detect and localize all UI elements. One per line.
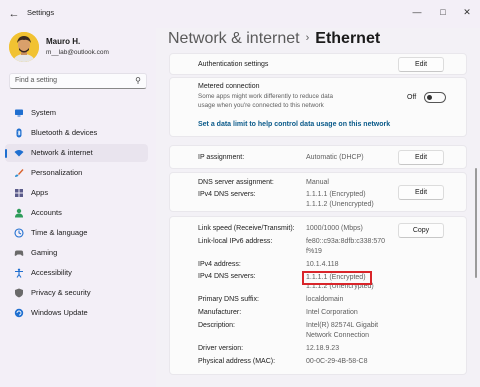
scrollbar[interactable] [475,168,477,278]
ipv6-value-line1: fe80::c93a:8dfb:c338:570 [306,238,386,245]
description-value-line2: Network Connection [306,331,370,339]
sidebar-item-bluetooth[interactable]: Bluetooth & devices [5,124,148,142]
shield-icon [14,288,24,298]
sidebar-item-label: Accessibility [31,268,72,277]
apps-icon [14,188,24,198]
app-title: Settings [27,8,55,17]
dns-server-primary: 1.1.1.1 (Encrypted) [306,191,366,198]
user-email: m__lab@outlook.com [46,49,109,56]
link-speed-label: Link speed (Receive/Transmit): [198,225,295,232]
auth-edit-button[interactable]: Edit [398,57,444,72]
sidebar-item-network[interactable]: Network & internet [5,144,148,162]
sidebar-item-label: Windows Update [31,308,88,317]
sidebar-item-system[interactable]: System [5,104,148,122]
maximize-icon[interactable]: □ [434,4,452,20]
description-label: Description: [198,322,235,329]
avatar-person-icon [9,32,39,62]
sidebar-item-label: Bluetooth & devices [31,128,98,137]
close-icon[interactable]: ✕ [458,4,476,20]
search-icon: ⚲ [135,76,141,85]
highlight-annotation-box [302,270,372,285]
properties-card: Copy Link speed (Receive/Transmit): 1000… [169,216,467,375]
manufacturer-label: Manufacturer: [198,309,242,316]
ip-assignment-value: Automatic (DHCP) [306,154,364,161]
minimize-icon[interactable]: — [408,4,426,20]
toggle-knob [427,95,432,100]
sidebar-item-privacy[interactable]: Privacy & security [5,284,148,302]
sidebar-item-label: Gaming [31,248,58,257]
sidebar-item-label: System [31,108,57,117]
dns-suffix-label: Primary DNS suffix: [198,296,259,303]
metered-toggle[interactable] [424,92,446,103]
search-placeholder: Find a setting [15,77,58,84]
bluetooth-icon [14,128,24,138]
ipv6-value-line2: f%19 [306,247,322,255]
active-indicator [5,149,7,158]
ip-assignment-label: IP assignment: [198,154,245,161]
sidebar-item-label: Network & internet [31,148,93,157]
auth-settings-label: Authentication settings [198,61,269,68]
dns-assignment-label: DNS server assignment: [198,179,274,186]
sidebar-item-label: Personalization [31,168,83,177]
dns-servers-label: IPv4 DNS servers: [198,191,256,198]
sidebar-item-label: Accounts [31,208,62,217]
auth-settings-card: Authentication settings Edit [169,53,467,75]
ipv6-label: Link-local IPv6 address: [198,238,273,245]
dns-assignment-card: DNS server assignment: Manual IPv4 DNS s… [169,172,467,212]
mac-address-value: 00-0C-29-4B-58-C8 [306,358,368,365]
globe-clock-icon [14,228,24,238]
metered-connection-card: Metered connection Some apps might work … [169,77,467,137]
user-name: Mauro H. [46,37,81,46]
manufacturer-value: Intel Corporation [306,309,358,316]
ip-assignment-edit-button[interactable]: Edit [398,150,444,165]
sidebar: Mauro H. m__lab@outlook.com Find a setti… [0,28,156,387]
person-icon [14,208,24,218]
mac-address-label: Physical address (MAC): [198,358,276,365]
avatar[interactable] [9,32,39,62]
page-title: Ethernet [315,30,381,47]
copy-button[interactable]: Copy [398,223,444,238]
metered-desc-line2: usage when you're connected to this netw… [198,101,324,109]
main-content: Network & internet › Ethernet Authenticati… [156,28,480,387]
link-speed-value: 1000/1000 (Mbps) [306,225,363,232]
metered-state-label: Off [407,94,417,101]
search-input[interactable]: Find a setting ⚲ [9,73,147,89]
dns-edit-button[interactable]: Edit [398,185,444,200]
sidebar-item-accessibility[interactable]: Accessibility [5,264,148,282]
metered-desc-line1: Some apps might work differently to redu… [198,93,333,100]
back-arrow-icon[interactable]: ← [6,6,22,22]
driver-version-label: Driver version: [198,345,244,352]
sidebar-item-accounts[interactable]: Accounts [5,204,148,222]
metered-title: Metered connection [198,83,260,90]
ipv4-value: 10.1.4.118 [306,261,339,268]
dns-assignment-value: Manual [306,179,329,186]
sidebar-item-label: Time & language [31,228,88,237]
sidebar-item-personalization[interactable]: Personalization [5,164,148,182]
update-icon [14,308,24,318]
sidebar-item-time-language[interactable]: Time & language [5,224,148,242]
brush-icon [14,168,24,178]
sidebar-item-label: Privacy & security [31,288,91,297]
ip-assignment-card: IP assignment: Automatic (DHCP) Edit [169,145,467,169]
controller-icon [14,248,24,258]
breadcrumb: Network & internet › Ethernet [168,30,380,48]
title-bar: ← Settings — □ ✕ [0,0,480,28]
breadcrumb-parent[interactable]: Network & internet [168,30,300,47]
accessibility-icon [14,268,24,278]
data-limit-link[interactable]: Set a data limit to help control data us… [198,121,390,128]
dns-server-secondary: 1.1.1.2 (Unencrypted) [306,200,374,208]
driver-version-value: 12.18.9.23 [306,345,340,352]
monitor-icon [14,108,24,118]
sidebar-item-apps[interactable]: Apps [5,184,148,202]
breadcrumb-separator-icon: › [305,32,310,44]
sidebar-item-windows-update[interactable]: Windows Update [5,304,148,322]
dns-suffix-value: localdomain [306,296,344,303]
wifi-icon [14,148,24,158]
sidebar-item-gaming[interactable]: Gaming [5,244,148,262]
description-value-line1: Intel(R) 82574L Gigabit [306,322,379,329]
ipv4-dns-label: IPv4 DNS servers: [198,273,256,280]
ipv4-label: IPv4 address: [198,261,241,268]
sidebar-item-label: Apps [31,188,49,197]
